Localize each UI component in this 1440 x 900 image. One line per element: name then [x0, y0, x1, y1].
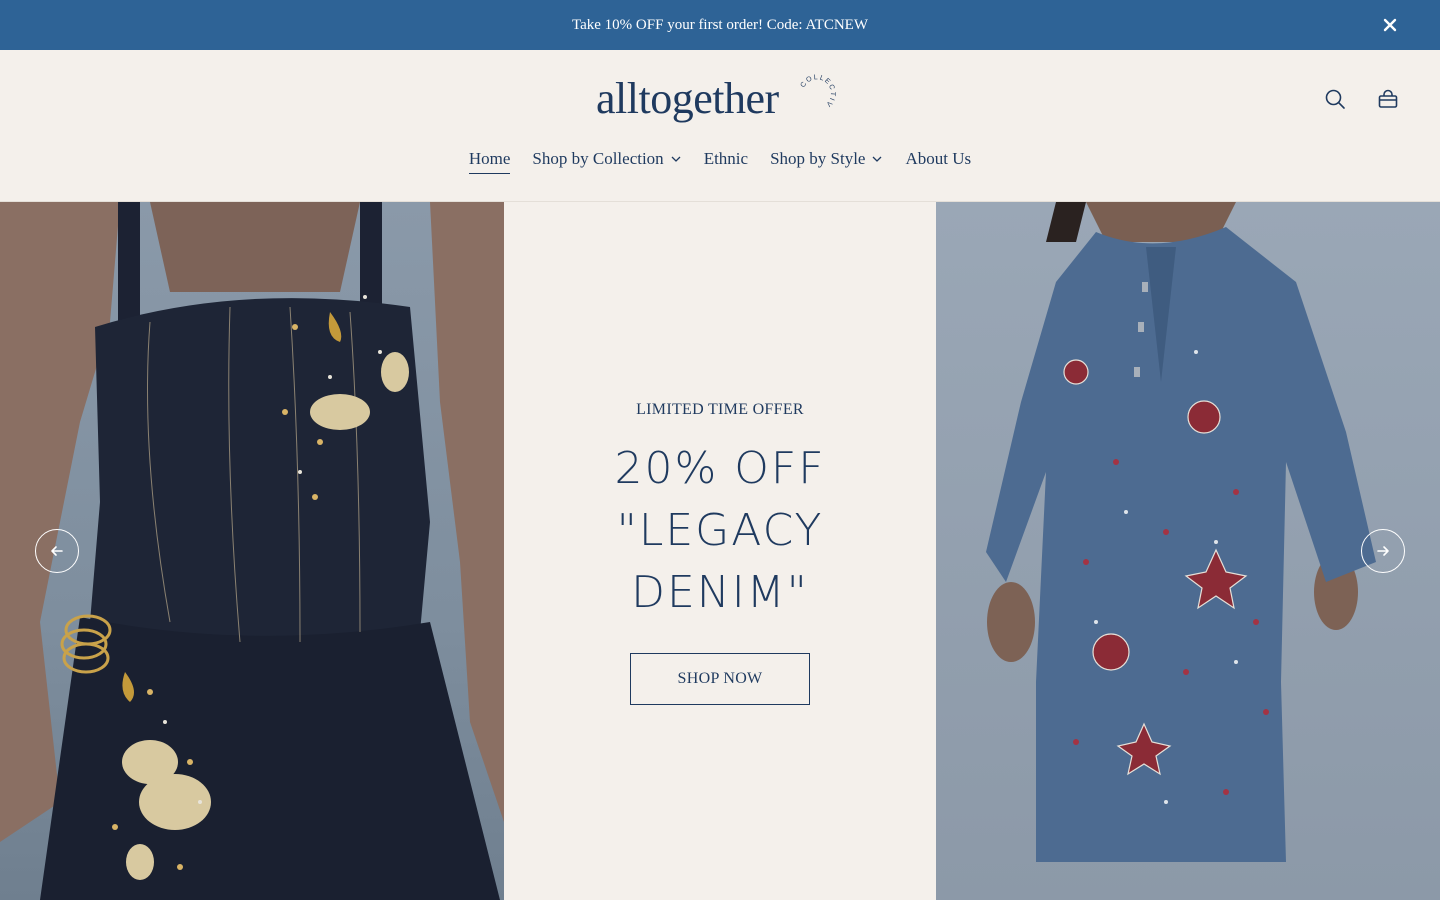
- next-slide-button[interactable]: [1361, 529, 1405, 573]
- announcement-bar: Take 10% OFF your first order! Code: ATC…: [0, 0, 1440, 50]
- hero-image-right[interactable]: [936, 202, 1440, 900]
- logo-wordmark: alltogether: [596, 74, 779, 123]
- nav-item-shop-by-style[interactable]: Shop by Style: [770, 146, 883, 172]
- svg-text:COLLECTIVE: COLLECTIVE: [796, 72, 836, 109]
- shop-now-button[interactable]: SHOP NOW: [630, 653, 810, 705]
- promo-headline-text: 20% OFF "LEGACY DENIM": [614, 443, 826, 618]
- close-icon[interactable]: [1380, 15, 1400, 35]
- arrow-right-icon: [1377, 546, 1389, 556]
- hero-image-left[interactable]: [0, 202, 504, 900]
- nav-item-shop-by-collection[interactable]: Shop by Collection: [532, 146, 681, 172]
- chevron-down-icon: [671, 156, 681, 162]
- chevron-down-icon: [873, 156, 882, 162]
- promo-headline: 20% OFF "LEGACY DENIM": [504, 438, 936, 624]
- main-nav: Home Shop by Collection Ethnic Shop by S…: [0, 146, 1440, 176]
- logo-collective-mark: COLLECTIVE: [796, 72, 836, 109]
- hero-slideshow: LIMITED TIME OFFER 20% OFF "LEGACY DENIM…: [0, 202, 1440, 900]
- announcement-text: Take 10% OFF your first order! Code: ATC…: [572, 16, 868, 33]
- search-icon[interactable]: [1323, 87, 1347, 111]
- nav-item-label: Home: [468, 149, 511, 168]
- nav-item-home[interactable]: Home: [468, 146, 511, 174]
- site-logo[interactable]: alltogether COLLECTIVE: [596, 72, 842, 128]
- hero-promo-panel: LIMITED TIME OFFER 20% OFF "LEGACY DENIM…: [504, 202, 936, 900]
- arrow-left-icon: [51, 546, 63, 556]
- nav-item-ethnic[interactable]: Ethnic: [704, 146, 748, 172]
- nav-item-label: Shop by Style: [770, 149, 866, 168]
- bag-icon[interactable]: [1376, 87, 1400, 111]
- site-header: alltogether COLLECTIVE Home Shop by Coll…: [0, 50, 1440, 202]
- nav-item-label: Shop by Collection: [532, 149, 664, 168]
- nav-item-label: About Us: [905, 149, 972, 168]
- prev-slide-button[interactable]: [35, 529, 79, 573]
- promo-eyebrow: LIMITED TIME OFFER: [636, 401, 804, 418]
- nav-item-about-us[interactable]: About Us: [905, 146, 971, 172]
- nav-item-label: Ethnic: [703, 149, 749, 168]
